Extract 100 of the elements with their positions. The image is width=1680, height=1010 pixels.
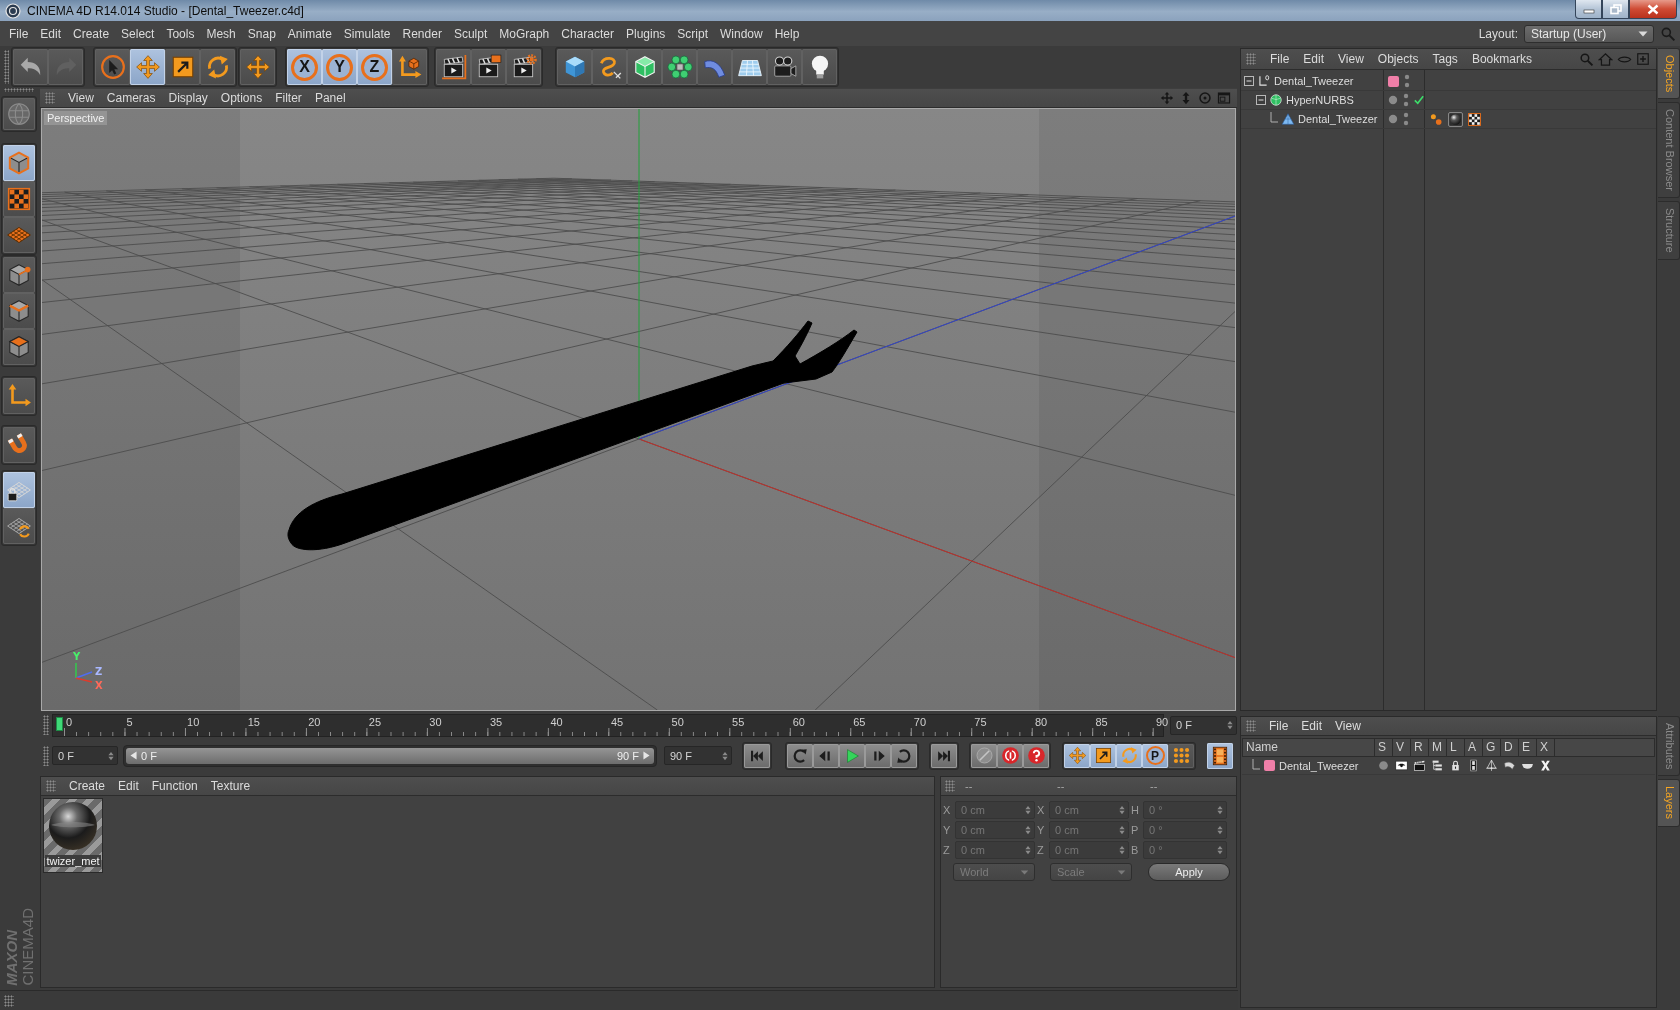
- grip-handle-icon[interactable]: [43, 745, 49, 766]
- menu-item[interactable]: Select: [115, 26, 161, 41]
- axis-lock-button[interactable]: Y: [322, 49, 357, 85]
- restore-button[interactable]: [1602, 0, 1629, 19]
- menu-item[interactable]: Create: [69, 779, 106, 793]
- pyramid-icon[interactable]: [1484, 759, 1498, 772]
- menu-item[interactable]: Window: [714, 26, 769, 41]
- menu-item[interactable]: Edit: [118, 779, 139, 793]
- light-object-button[interactable]: [802, 49, 837, 85]
- next-key-button[interactable]: [891, 743, 917, 768]
- key-rotation-button[interactable]: [1116, 743, 1142, 768]
- column-header[interactable]: D: [1501, 739, 1519, 756]
- coordinate-system-button[interactable]: [392, 49, 427, 85]
- menu-item[interactable]: Objects: [1377, 52, 1419, 66]
- menu-item[interactable]: Tools: [160, 26, 201, 41]
- grip-handle-icon[interactable]: [43, 715, 49, 735]
- menu-item[interactable]: View: [68, 91, 94, 105]
- render-settings-button[interactable]: [506, 49, 541, 85]
- autokeying-button[interactable]: [997, 743, 1023, 768]
- material-sphere-icon[interactable]: [1448, 111, 1463, 127]
- key-scale-button[interactable]: [1090, 743, 1116, 768]
- menu-item[interactable]: Help: [768, 26, 806, 41]
- undo-button[interactable]: [13, 49, 48, 85]
- menu-item[interactable]: File: [1269, 719, 1289, 733]
- menu-item[interactable]: File: [3, 26, 35, 41]
- start-frame-field[interactable]: 0 F: [52, 746, 118, 765]
- column-header[interactable]: A: [1465, 739, 1483, 756]
- menu-item[interactable]: Render: [396, 26, 448, 41]
- clapperboard-icon[interactable]: [1412, 759, 1426, 772]
- keyframe-selection-button[interactable]: [1023, 743, 1049, 768]
- column-header[interactable]: Name: [1243, 739, 1375, 756]
- menu-item[interactable]: Bookmarks: [1471, 52, 1532, 66]
- side-tab[interactable]: Objects: [1658, 48, 1680, 100]
- points-mode-button[interactable]: [3, 257, 35, 293]
- menu-item[interactable]: Edit: [1303, 52, 1325, 66]
- timeline-button[interactable]: [1207, 742, 1233, 769]
- checkmark-icon[interactable]: [1414, 95, 1424, 105]
- collapse-icon[interactable]: [1256, 95, 1266, 105]
- column-header[interactable]: M: [1429, 739, 1447, 756]
- menu-item[interactable]: Edit: [34, 26, 68, 41]
- visibility-dots-icon[interactable]: [1404, 73, 1410, 89]
- side-tab[interactable]: Layers: [1658, 779, 1680, 827]
- menu-item[interactable]: Animate: [281, 26, 338, 41]
- menu-item[interactable]: Function: [151, 779, 198, 793]
- menu-item[interactable]: Display: [168, 91, 208, 105]
- grip-handle-icon[interactable]: [945, 780, 955, 792]
- cube-object-button[interactable]: [557, 49, 592, 85]
- previous-key-button[interactable]: [787, 743, 813, 768]
- render-view-button[interactable]: [436, 49, 471, 85]
- grip-handle-icon[interactable]: [4, 994, 14, 1007]
- next-frame-button[interactable]: [865, 743, 891, 768]
- column-header[interactable]: V: [1393, 739, 1411, 756]
- grip-handle-icon[interactable]: [45, 92, 55, 104]
- texture-mode-button[interactable]: [3, 181, 35, 217]
- layer-name[interactable]: Dental_Tweezer: [1279, 759, 1359, 772]
- menu-item[interactable]: Edit: [1301, 719, 1323, 733]
- subdivision-surface-button[interactable]: [627, 49, 662, 85]
- key-position-button[interactable]: [1064, 743, 1090, 768]
- menu-item[interactable]: Plugins: [619, 26, 672, 41]
- model-mode-button[interactable]: [3, 145, 35, 181]
- menu-item[interactable]: Snap: [241, 26, 282, 41]
- solo-dot-icon[interactable]: [1376, 759, 1390, 772]
- menu-item[interactable]: View: [1335, 719, 1361, 733]
- grip-handle-icon[interactable]: [1246, 53, 1256, 65]
- grip-handle-icon[interactable]: [1246, 720, 1256, 732]
- key-parameter-button[interactable]: P: [1142, 743, 1168, 768]
- previous-frame-button[interactable]: [813, 743, 839, 768]
- tweezer-model[interactable]: [287, 320, 858, 551]
- material-thumbnail[interactable]: twizer_met: [43, 798, 103, 873]
- polygons-mode-button[interactable]: [3, 329, 35, 365]
- deformer-icon[interactable]: [1502, 759, 1516, 772]
- grip-handle-icon[interactable]: [4, 50, 9, 84]
- column-header[interactable]: E: [1519, 739, 1537, 756]
- object-name[interactable]: Dental_Tweezer: [1274, 75, 1354, 87]
- hierarchy-icon[interactable]: [1430, 759, 1444, 772]
- grip-handle-icon[interactable]: [4, 88, 34, 92]
- minimize-button[interactable]: [1575, 0, 1602, 19]
- object-name[interactable]: HyperNURBS: [1286, 94, 1354, 106]
- current-frame-field[interactable]: 0 F: [1170, 715, 1237, 735]
- workplane-mode-button[interactable]: [3, 217, 35, 253]
- menu-item[interactable]: Create: [67, 26, 116, 41]
- scale-tool-button[interactable]: [165, 49, 200, 85]
- menu-item[interactable]: Mesh: [200, 26, 242, 41]
- axis-lock-button[interactable]: X: [287, 49, 322, 85]
- column-header[interactable]: S: [1375, 739, 1393, 756]
- column-header[interactable]: R: [1411, 739, 1429, 756]
- lock-workplane-button[interactable]: [3, 472, 35, 508]
- move-tool-button[interactable]: [130, 49, 165, 85]
- layout-dropdown[interactable]: Startup (User): [1524, 24, 1654, 43]
- close-button[interactable]: [1629, 0, 1677, 19]
- playhead-marker[interactable]: [56, 716, 63, 731]
- camera-object-button[interactable]: [767, 49, 802, 85]
- key-point-level-button[interactable]: [1168, 743, 1194, 768]
- menu-item[interactable]: Texture: [210, 779, 251, 793]
- align-workplane-button[interactable]: [3, 508, 35, 544]
- menu-item[interactable]: Options: [220, 91, 263, 105]
- collapse-icon[interactable]: [1244, 76, 1254, 86]
- menu-item[interactable]: Cameras: [106, 91, 156, 105]
- render-picture-button[interactable]: [471, 49, 506, 85]
- cloner-button[interactable]: [662, 49, 697, 85]
